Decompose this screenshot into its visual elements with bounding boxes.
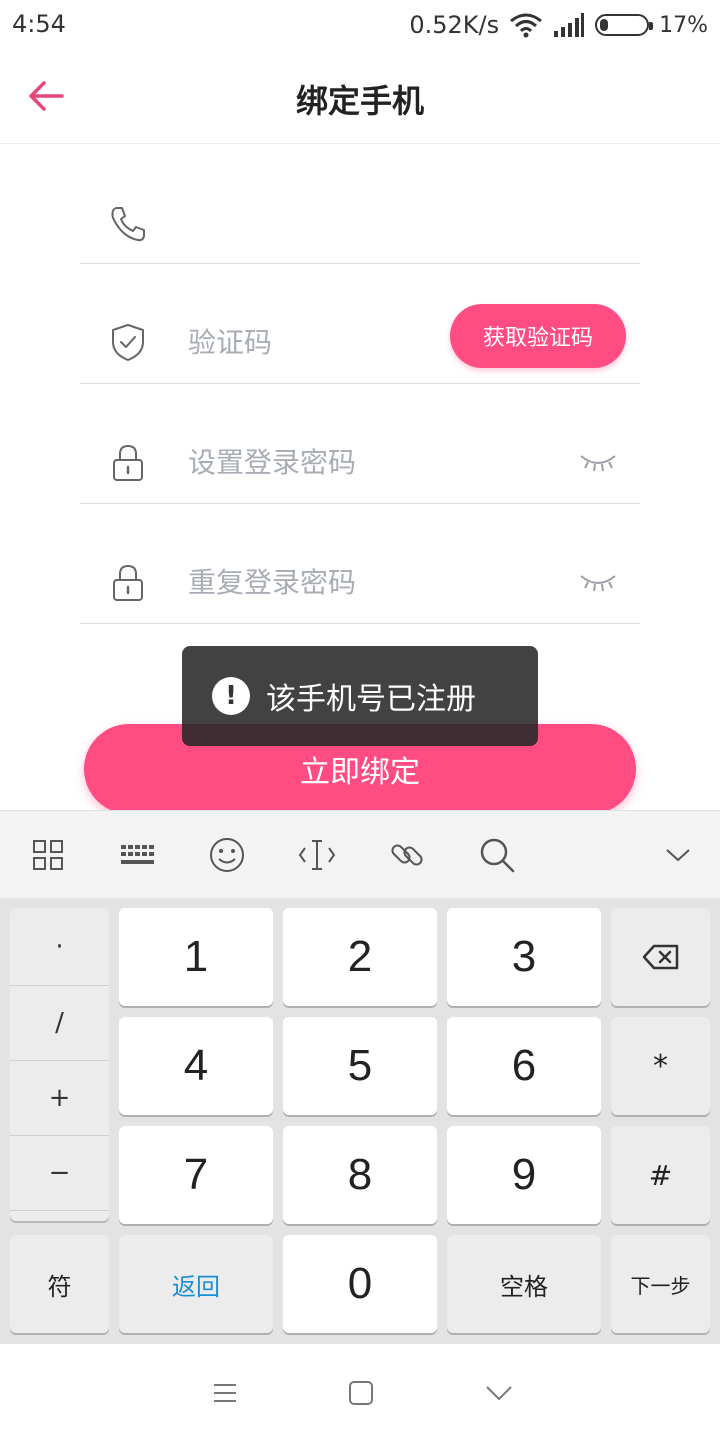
back-chevron-icon[interactable] bbox=[484, 1378, 514, 1408]
symbol-key-dot[interactable]: · bbox=[10, 908, 109, 986]
symbols-key[interactable]: 符 bbox=[10, 1235, 109, 1333]
next-step-key[interactable]: 下一步 bbox=[611, 1235, 710, 1333]
eye-closed-icon[interactable] bbox=[578, 450, 618, 474]
key-8[interactable]: 8 bbox=[283, 1126, 437, 1224]
key-0[interactable]: 0 bbox=[283, 1235, 437, 1333]
keyboard-toolbar bbox=[0, 810, 720, 898]
status-time: 4:54 bbox=[12, 10, 66, 38]
key-3[interactable]: 3 bbox=[447, 908, 601, 1006]
symbol-key-slash[interactable]: / bbox=[10, 986, 109, 1061]
keyboard-icon[interactable] bbox=[117, 835, 157, 875]
key-4[interactable]: 4 bbox=[119, 1017, 273, 1115]
phone-field bbox=[80, 144, 640, 264]
password-repeat-field bbox=[80, 504, 640, 624]
home-icon[interactable] bbox=[346, 1378, 376, 1408]
battery-icon bbox=[595, 14, 654, 36]
key-star[interactable]: * bbox=[611, 1017, 710, 1115]
key-2[interactable]: 2 bbox=[283, 908, 437, 1006]
phone-input[interactable] bbox=[188, 198, 518, 254]
password-repeat-input[interactable] bbox=[188, 554, 518, 610]
menu-icon[interactable] bbox=[210, 1378, 240, 1408]
wifi-icon bbox=[510, 13, 543, 38]
eye-closed-icon[interactable] bbox=[578, 570, 618, 594]
symbol-key-minus[interactable]: − bbox=[10, 1136, 109, 1211]
symbol-key-plus[interactable]: + bbox=[10, 1061, 109, 1136]
key-5[interactable]: 5 bbox=[283, 1017, 437, 1115]
chevron-down-icon[interactable] bbox=[658, 835, 698, 875]
phone-icon bbox=[111, 207, 145, 242]
key-hash[interactable]: # bbox=[611, 1126, 710, 1224]
key-1[interactable]: 1 bbox=[119, 908, 273, 1006]
get-code-button[interactable]: 获取验证码 bbox=[450, 304, 626, 368]
system-nav-bar bbox=[0, 1344, 720, 1440]
lock-icon bbox=[113, 564, 143, 601]
backspace-icon bbox=[642, 944, 678, 970]
status-right: 0.52K/s 17% bbox=[409, 8, 708, 42]
return-key[interactable]: 返回 bbox=[119, 1235, 273, 1333]
cursor-icon[interactable] bbox=[297, 835, 337, 875]
page-title: 绑定手机 bbox=[295, 82, 424, 120]
code-field: 获取验证码 bbox=[80, 264, 640, 384]
battery-percent: 17% bbox=[659, 12, 708, 38]
password-input[interactable] bbox=[188, 434, 518, 490]
toast-text: 该手机号已注册 bbox=[266, 682, 476, 717]
lock-icon bbox=[113, 444, 143, 481]
password-field bbox=[80, 384, 640, 504]
shield-check-icon bbox=[112, 324, 144, 361]
battery-level bbox=[600, 19, 609, 31]
key-9[interactable]: 9 bbox=[447, 1126, 601, 1224]
backspace-key[interactable] bbox=[611, 908, 710, 1006]
symbol-column: · / + − bbox=[10, 908, 109, 1221]
grid-icon[interactable] bbox=[28, 835, 68, 875]
network-speed: 0.52K/s bbox=[409, 11, 500, 39]
status-bar: 4:54 0.52K/s 17% bbox=[0, 0, 720, 50]
search-icon[interactable] bbox=[477, 835, 517, 875]
space-key[interactable]: 空格 bbox=[447, 1235, 601, 1333]
emoji-icon[interactable] bbox=[207, 835, 247, 875]
app-header: 绑定手机 bbox=[0, 50, 720, 144]
signal-icon bbox=[554, 13, 585, 37]
toast-message: ! 该手机号已注册 bbox=[182, 646, 538, 746]
key-6[interactable]: 6 bbox=[447, 1017, 601, 1115]
link-icon[interactable] bbox=[387, 835, 427, 875]
exclamation-circle-icon: ! bbox=[212, 677, 250, 715]
numeric-keyboard: · / + − 1 2 3 4 5 6 * 7 8 9 # 符 返回 0 空格 … bbox=[0, 898, 720, 1344]
key-7[interactable]: 7 bbox=[119, 1126, 273, 1224]
